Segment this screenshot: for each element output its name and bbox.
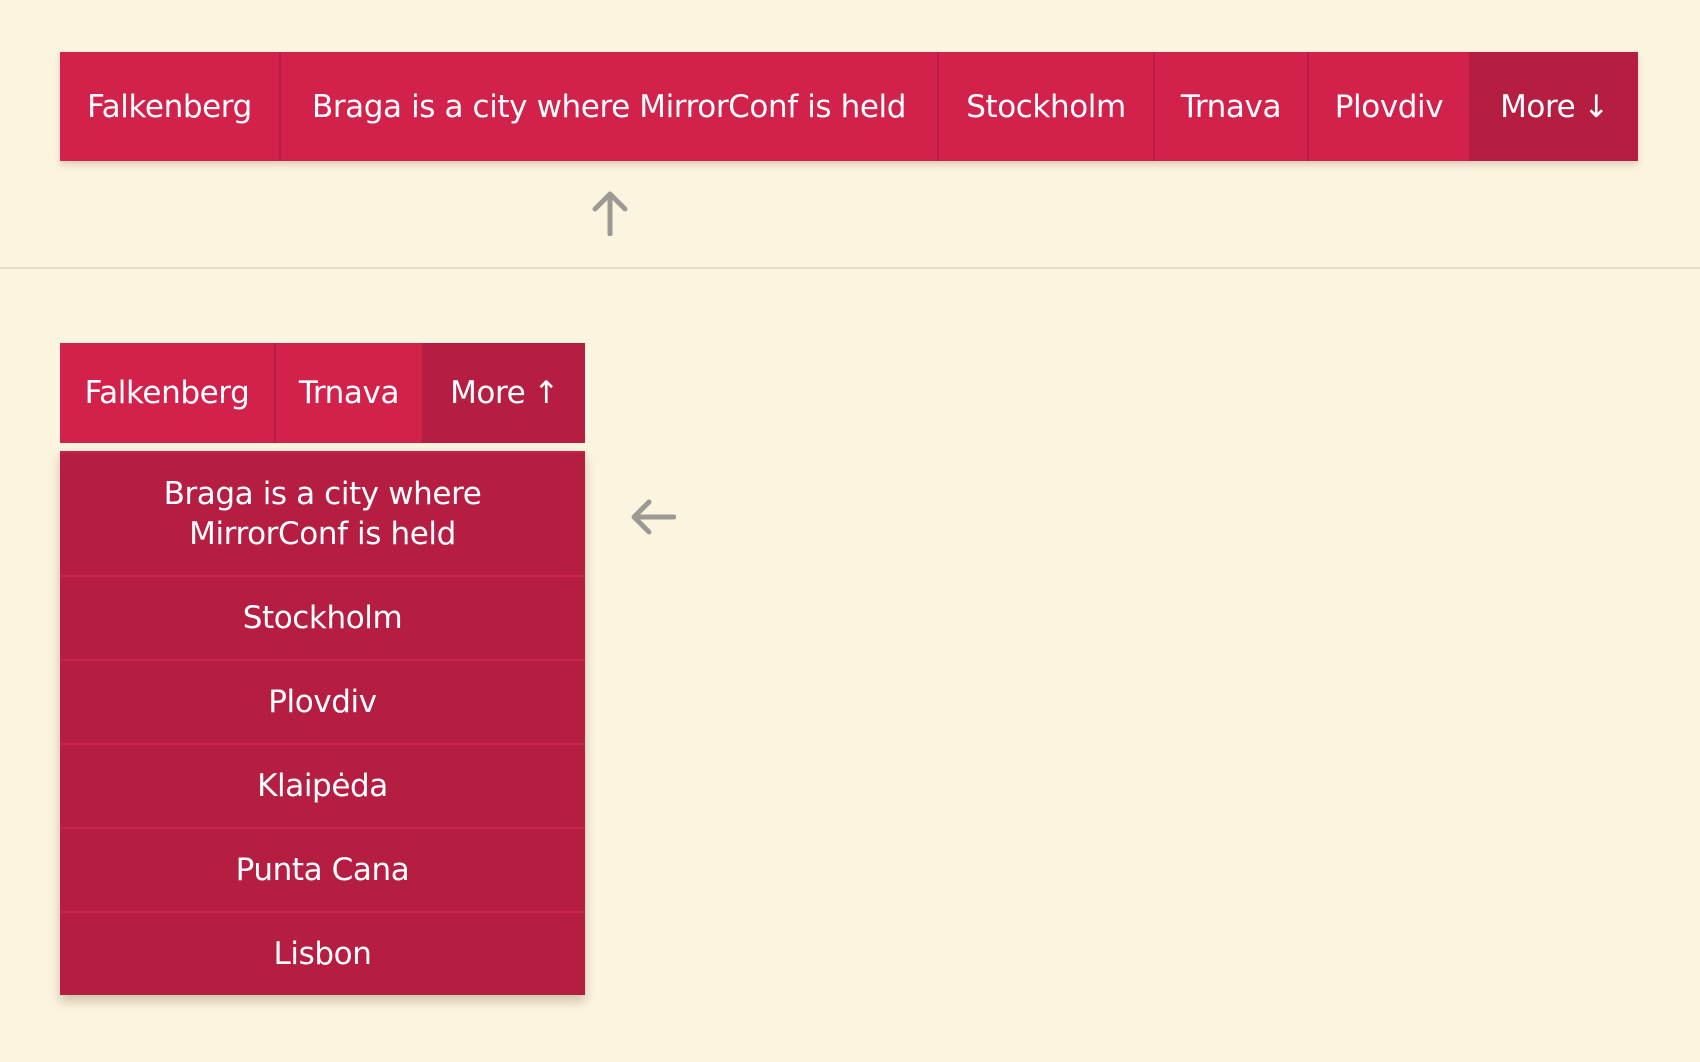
arrow-up-icon	[592, 191, 628, 236]
top-navigation-bar: Falkenberg Braga is a city where MirrorC…	[60, 52, 1638, 161]
arrow-down-icon: ↓	[1583, 88, 1609, 125]
nav-item-trnava[interactable]: Trnava	[1155, 52, 1309, 161]
dropdown-item-label: Lisbon	[273, 936, 372, 972]
nav-item-stockholm[interactable]: Stockholm	[939, 52, 1155, 161]
nav-item-label: Plovdiv	[1334, 88, 1444, 125]
more-label: More	[1500, 88, 1576, 125]
dropdown-item-label: Punta Cana	[235, 852, 410, 888]
nav-item-label: Falkenberg	[84, 375, 250, 411]
nav-item-label: Braga is a city where MirrorConf is held	[311, 88, 907, 125]
dropdown-item-label: Braga is a city where MirrorConf is held	[163, 476, 482, 552]
section-divider	[0, 267, 1700, 269]
more-label: More	[450, 375, 526, 411]
more-dropdown-menu: Braga is a city where MirrorConf is held…	[60, 451, 585, 995]
dropdown-item-stockholm[interactable]: Stockholm	[60, 575, 585, 659]
dropdown-item-klaipeda[interactable]: Klaipėda	[60, 743, 585, 827]
dropdown-item-punta-cana[interactable]: Punta Cana	[60, 827, 585, 911]
arrow-left-icon	[631, 499, 676, 535]
dropdown-item-lisbon[interactable]: Lisbon	[60, 911, 585, 995]
nav-item-label: Trnava	[1180, 88, 1282, 125]
narrow-navigation-bar: Falkenberg Trnava More ↑	[60, 343, 585, 443]
nav-item-falkenberg[interactable]: Falkenberg	[60, 52, 281, 161]
nav-item-trnava[interactable]: Trnava	[276, 343, 424, 443]
nav-item-label: Trnava	[298, 375, 400, 411]
dropdown-item-label: Stockholm	[242, 600, 403, 636]
arrow-up-icon: ↑	[533, 375, 559, 411]
nav-item-label: Falkenberg	[87, 88, 252, 125]
nav-item-braga[interactable]: Braga is a city where MirrorConf is held	[281, 52, 939, 161]
dropdown-item-plovdiv[interactable]: Plovdiv	[60, 659, 585, 743]
dropdown-item-label: Plovdiv	[268, 684, 377, 720]
dropdown-item-label: Klaipėda	[257, 768, 388, 804]
nav-item-falkenberg[interactable]: Falkenberg	[60, 343, 276, 443]
nav-item-plovdiv[interactable]: Plovdiv	[1309, 52, 1471, 161]
more-button[interactable]: More ↑	[424, 343, 585, 443]
more-button[interactable]: More ↓	[1471, 52, 1638, 161]
nav-item-label: Stockholm	[966, 88, 1126, 125]
dropdown-item-braga[interactable]: Braga is a city where MirrorConf is held	[60, 451, 585, 575]
